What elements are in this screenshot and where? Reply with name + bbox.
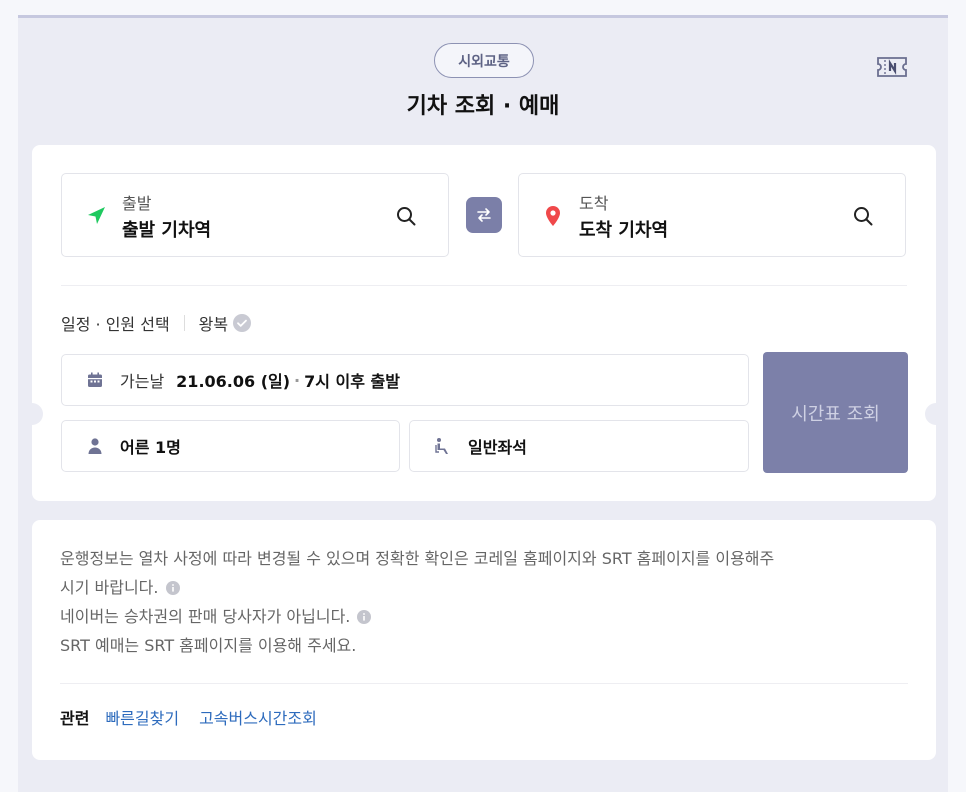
ticket-n-icon[interactable] [876,56,908,78]
page-title: 기차 조회 · 예매 [406,94,560,119]
navigation-arrow-icon [88,207,105,224]
date-separator: · [294,370,301,390]
arrival-station-field[interactable]: 도착 도착 기차역 [518,173,906,257]
seat-icon [435,438,448,454]
related-link-bus-timetable[interactable]: 고속버스시간조회 [199,705,317,729]
arrival-label: 도착 [579,194,609,213]
seat-value: 일반좌석 [468,438,527,457]
arrival-value: 도착 기차역 [579,220,669,241]
passenger-field[interactable]: 어른 1명 [61,420,400,472]
timetable-search-button[interactable]: 시간표 조회 [763,352,908,473]
schedule-label: 일정 · 인원 선택 [61,315,170,334]
departure-label: 출발 [122,194,152,213]
departure-value: 출발 기차역 [122,220,212,241]
departure-station-field[interactable]: 출발 출발 기차역 [61,173,449,257]
separator [183,315,185,331]
check-circle-icon [233,314,252,332]
search-icon[interactable] [394,204,418,228]
passenger-value: 어른 1명 [120,438,181,457]
notice-text: SRT 예매는 SRT 홈페이지를 이용해 주세요. [60,636,357,655]
divider [60,683,908,684]
notice-card: 운행정보는 열차 사정에 따라 변경될 수 있으며 정확한 확인은 코레일 홈페… [32,520,936,760]
related-link-directions[interactable]: 빠른길찾기 [105,705,179,729]
roundtrip-toggle[interactable]: 왕복 [199,311,252,335]
date-label: 가는날 [120,372,165,391]
swap-arrows-icon [477,208,491,222]
roundtrip-label: 왕복 [198,315,229,334]
notice-line-3: SRT 예매는 SRT 홈페이지를 이용해 주세요. [60,631,356,660]
train-search-panel: 시외교통 기차 조회 · 예매 출발 출발 기차역 도착 도착 기차역 일정 ·… [18,15,948,792]
time-value: 7시 이후 출발 [304,372,400,391]
notice-text: 네이버는 승차권의 판매 당사자가 아닙니다. [60,607,351,626]
card-notch-left [21,403,43,425]
map-pin-icon [546,206,560,226]
departure-date-field[interactable]: 가는날 21.06.06 (일) · 7시 이후 출발 [61,354,749,406]
notice-text: 시기 바랍니다. [60,578,159,597]
notice-text: 운행정보는 열차 사정에 따라 변경될 수 있으며 정확한 확인은 코레일 홈페… [60,549,775,568]
swap-stations-button[interactable] [466,197,502,233]
card-notch-right [925,403,947,425]
category-tag[interactable]: 시외교통 [434,43,534,78]
related-title: 관련 [60,709,90,728]
calendar-icon [88,372,102,387]
divider [61,285,907,286]
related-links: 관련 빠른길찾기 고속버스시간조회 [60,705,337,729]
search-icon[interactable] [851,204,875,228]
info-icon[interactable] [357,610,372,624]
notice-line-1: 운행정보는 열차 사정에 따라 변경될 수 있으며 정확한 확인은 코레일 홈페… [60,544,774,602]
options-row: 일정 · 인원 선택 왕복 [61,311,252,335]
info-icon[interactable] [165,581,180,595]
date-value: 21.06.06 (일) [176,372,291,391]
seat-class-field[interactable]: 일반좌석 [409,420,749,472]
search-form-card: 출발 출발 기차역 도착 도착 기차역 일정 · 인원 선택 왕복 가는날 21… [21,145,947,501]
person-icon [88,438,102,454]
notice-line-2: 네이버는 승차권의 판매 당사자가 아닙니다. [60,602,372,631]
